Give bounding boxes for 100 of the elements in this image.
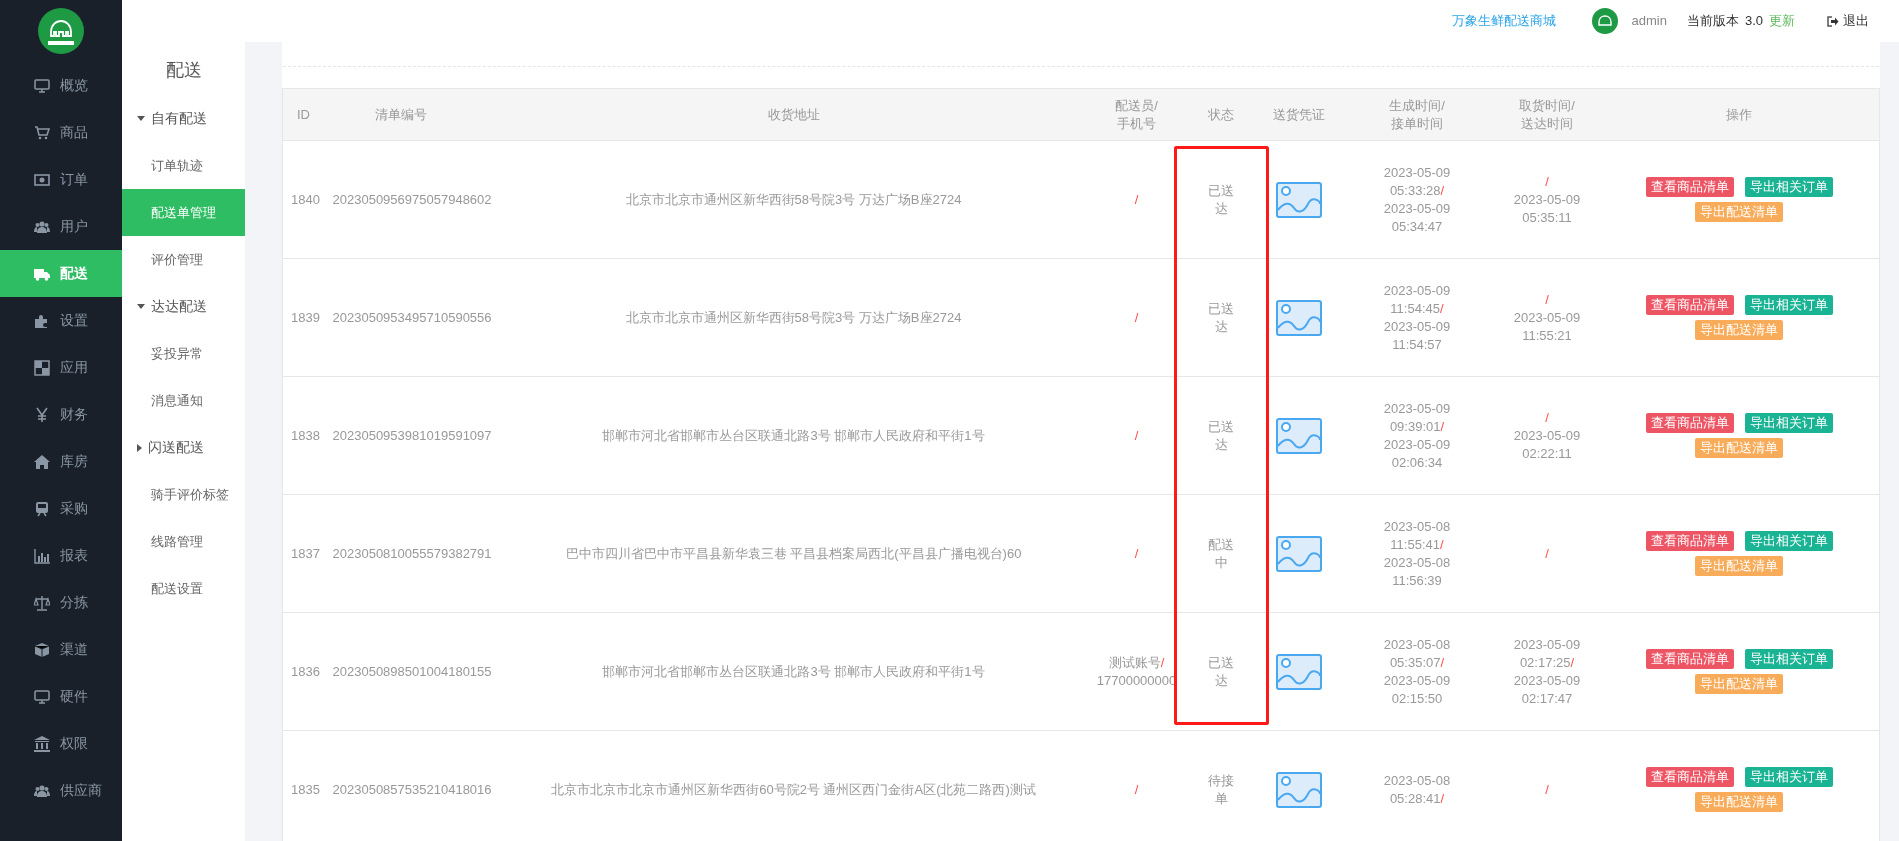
nav-item[interactable]: 骑手评价标签 xyxy=(122,471,245,518)
version-label: 当前版本 xyxy=(1686,12,1739,31)
status-text: 待接单 xyxy=(1184,730,1258,841)
train-icon xyxy=(34,500,50,517)
nav-item[interactable]: 供应商 xyxy=(0,767,122,814)
table-cell: 2023-05-08 05:28:41/ xyxy=(1339,730,1495,841)
table-cell: 2023050953981019591097 xyxy=(330,376,499,495)
logout-button[interactable]: 退出 xyxy=(1827,11,1869,31)
table-cell: 邯郸市河北省邯郸市丛台区联通北路3号 邯郸市人民政府和平街1号 xyxy=(498,612,1089,731)
image-icon[interactable] xyxy=(1275,299,1322,336)
image-icon[interactable] xyxy=(1275,417,1322,454)
table-cell: 2023-05-08 11:55:41/ 2023-05-08 11:56:39 xyxy=(1339,494,1495,613)
image-icon[interactable] xyxy=(1275,771,1322,808)
view-list-button[interactable]: 查看商品清单 xyxy=(1645,531,1734,551)
table-cell: 北京市北京市通州区新华西街58号院3号 万达广场B座2724 xyxy=(498,140,1089,259)
nav-group[interactable]: 达达配送 xyxy=(122,283,245,330)
table-cell: 1836 xyxy=(282,612,331,731)
house-icon xyxy=(34,453,50,470)
nav-item[interactable]: 概览 xyxy=(0,62,122,109)
nav-item[interactable]: 报表 xyxy=(0,532,122,579)
status-text: 已送达 xyxy=(1184,140,1258,259)
table-cell: / xyxy=(1494,730,1600,841)
nav-item[interactable]: 商品 xyxy=(0,109,122,156)
table-cell: 2023-05-09 02:17:25/ 2023-05-09 02:17:47 xyxy=(1494,612,1600,731)
table-cell: 2023050956975057948602 xyxy=(330,140,499,259)
view-list-button[interactable]: 查看商品清单 xyxy=(1645,177,1734,197)
table-cell: 北京市北京市通州区新华西街58号院3号 万达广场B座2724 xyxy=(498,258,1089,377)
view-list-button[interactable]: 查看商品清单 xyxy=(1645,413,1734,433)
table-cell: 2023-05-09 09:39:01/ 2023-05-09 02:06:34 xyxy=(1339,376,1495,495)
column-header: 取货时间/ 送达时间 xyxy=(1494,88,1600,141)
view-list-button[interactable]: 查看商品清单 xyxy=(1645,295,1734,315)
caret-right-icon xyxy=(137,443,142,452)
column-header: 生成时间/ 接单时间 xyxy=(1339,88,1495,141)
nav-item[interactable]: 设置 xyxy=(0,297,122,344)
nav-item[interactable]: 分拣 xyxy=(0,579,122,626)
column-header: 配送员/ 手机号 xyxy=(1088,88,1185,141)
nav-item[interactable]: 配送设置 xyxy=(122,565,245,612)
table-cell: 2023-05-09 05:33:28/ 2023-05-09 05:34:47 xyxy=(1339,140,1495,259)
image-icon[interactable] xyxy=(1275,535,1322,572)
table-cell: / 2023-05-09 11:55:21 xyxy=(1494,258,1600,377)
nav-item[interactable]: 线路管理 xyxy=(122,518,245,565)
monitor-icon xyxy=(34,77,50,94)
section-title: 配送 xyxy=(164,58,203,82)
banknote-icon xyxy=(34,171,50,188)
users-icon xyxy=(34,782,50,799)
column-header: 送货凭证 xyxy=(1257,88,1340,141)
nav-item[interactable]: 硬件 xyxy=(0,673,122,720)
table-cell: 1839 xyxy=(282,258,331,377)
nav-item[interactable]: 采购 xyxy=(0,485,122,532)
nav-item[interactable]: 财务 xyxy=(0,391,122,438)
balance-scale-icon xyxy=(34,594,50,611)
nav-item[interactable]: 用户 xyxy=(0,203,122,250)
table-cell: 巴中市四川省巴中市平昌县新华袁三巷 平昌县档案局西北(平昌县广播电视台)60 xyxy=(498,494,1089,613)
avatar-icon xyxy=(1591,8,1618,34)
table-cell: 1838 xyxy=(282,376,331,495)
table-cell: / xyxy=(1088,730,1185,841)
shop-link[interactable]: 万象生鲜配送商城 xyxy=(1451,11,1556,31)
image-icon[interactable] xyxy=(1275,181,1322,218)
nav-item[interactable]: 订单轨迹 xyxy=(122,142,245,189)
cart-icon xyxy=(34,124,50,141)
table-cell: 2023050857535210418016 xyxy=(330,730,499,841)
squares-icon xyxy=(34,359,50,376)
nav-item[interactable]: 权限 xyxy=(0,720,122,767)
status-text: 已送达 xyxy=(1184,376,1258,495)
nav-group[interactable]: 自有配送 xyxy=(122,95,245,142)
table-cell: / xyxy=(1088,494,1185,613)
table-cell: 1840 xyxy=(282,140,331,259)
status-text: 已送达 xyxy=(1184,612,1258,731)
view-list-button[interactable]: 查看商品清单 xyxy=(1645,767,1734,788)
nav-item[interactable]: 渠道 xyxy=(0,626,122,673)
column-header: 清单编号 xyxy=(330,88,499,141)
cube-icon xyxy=(34,641,50,658)
table-cell: / xyxy=(1088,140,1185,259)
nav-item[interactable]: 评价管理 xyxy=(122,236,245,283)
monitor-icon xyxy=(34,688,50,705)
nav-item[interactable]: 消息通知 xyxy=(122,377,245,424)
logout-icon xyxy=(1827,15,1839,27)
nav-item[interactable]: 应用 xyxy=(0,344,122,391)
view-list-button[interactable]: 查看商品清单 xyxy=(1645,649,1734,669)
nav-item[interactable]: 订单 xyxy=(0,156,122,203)
nav-item[interactable]: 库房 xyxy=(0,438,122,485)
caret-down-icon xyxy=(137,116,145,121)
table-cell: 2023-05-09 11:54:45/ 2023-05-09 11:54:57 xyxy=(1339,258,1495,377)
table-cell: 邯郸市河北省邯郸市丛台区联通北路3号 邯郸市人民政府和平街1号 xyxy=(498,376,1089,495)
table-cell: 1835 xyxy=(282,730,331,841)
table-cell: 1837 xyxy=(282,494,331,613)
nav-item[interactable]: 妥投异常 xyxy=(122,330,245,377)
image-icon[interactable] xyxy=(1275,653,1322,690)
status-text: 配送中 xyxy=(1184,494,1258,613)
version-number: 3.0 xyxy=(1744,12,1763,31)
yen-icon xyxy=(34,406,50,423)
table-cell: 测试账号/ 17700000000 xyxy=(1088,612,1185,731)
table-cell: 2023050953495710590556 xyxy=(330,258,499,377)
bank-icon xyxy=(34,735,50,752)
puzzle-icon xyxy=(34,312,50,329)
table-cell: / xyxy=(1088,376,1185,495)
nav-group[interactable]: 闪送配送 xyxy=(122,424,245,471)
table-cell: 2023050898501004180155 xyxy=(330,612,499,731)
table-cell: / 2023-05-09 05:35:11 xyxy=(1494,140,1600,259)
table-cell: / 2023-05-09 02:22:11 xyxy=(1494,376,1600,495)
